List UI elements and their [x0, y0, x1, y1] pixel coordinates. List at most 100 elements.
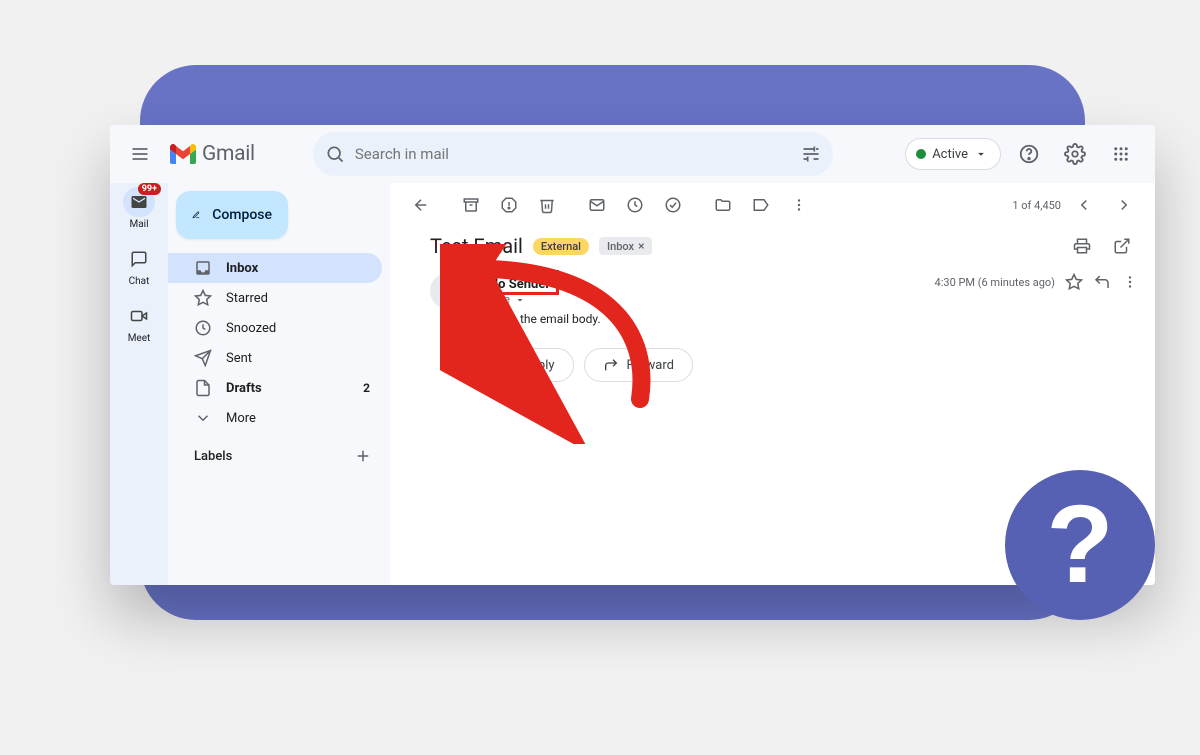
clock-icon — [626, 196, 644, 214]
search-icon — [325, 144, 345, 164]
nav-starred[interactable]: Starred — [168, 283, 382, 313]
sidebar: Compose Inbox Starred Snoozed Sent — [168, 183, 390, 585]
nav-snoozed-label: Snoozed — [226, 321, 276, 336]
snooze-button[interactable] — [618, 188, 652, 222]
archive-button[interactable] — [454, 188, 488, 222]
header-actions: Active — [905, 136, 1139, 172]
clock-icon — [194, 319, 212, 337]
message-timestamp: 4:30 PM (6 minutes ago) — [935, 276, 1055, 289]
apps-grid-icon — [1112, 145, 1130, 163]
gmail-logo-text: Gmail — [202, 142, 255, 166]
search-options-icon[interactable] — [801, 144, 821, 164]
app-rail: 99+ Mail Chat Meet — [110, 183, 168, 585]
message-block: No Sender to me 4:30 PM (6 minutes ago) — [390, 271, 1155, 326]
pagination-text: 1 of 4,450 — [1012, 199, 1061, 212]
reply-actions: Reply Forward — [390, 326, 1155, 382]
nav-sent[interactable]: Sent — [168, 343, 382, 373]
star-icon — [194, 289, 212, 307]
print-button[interactable] — [1065, 229, 1099, 263]
mark-unread-button[interactable] — [580, 188, 614, 222]
hamburger-icon — [130, 144, 150, 164]
reply-pill[interactable]: Reply — [480, 348, 574, 382]
more-vert-icon — [790, 196, 808, 214]
nav-inbox-label: Inbox — [226, 261, 258, 276]
spam-icon — [500, 196, 518, 214]
add-label-button[interactable] — [354, 447, 372, 465]
reply-button[interactable] — [1093, 273, 1111, 291]
rail-mail[interactable]: 99+ Mail — [123, 187, 155, 230]
star-button[interactable] — [1065, 273, 1083, 291]
meet-icon — [123, 301, 155, 331]
status-button[interactable]: Active — [905, 138, 1001, 170]
help-bubble: ? — [1005, 470, 1155, 620]
nav-starred-label: Starred — [226, 291, 268, 306]
message-toolbar: 1 of 4,450 — [390, 183, 1155, 227]
chevron-right-icon — [1115, 196, 1133, 214]
help-icon — [1018, 143, 1040, 165]
arrow-left-icon — [412, 196, 430, 214]
apps-button[interactable] — [1103, 136, 1139, 172]
next-button[interactable] — [1107, 188, 1141, 222]
gmail-window: Gmail Active — [110, 125, 1155, 585]
labels-button[interactable] — [744, 188, 778, 222]
chevron-down-icon — [974, 147, 988, 161]
support-button[interactable] — [1011, 136, 1047, 172]
back-button[interactable] — [404, 188, 438, 222]
recipient-text: to me — [482, 293, 510, 306]
folder-nav: Inbox Starred Snoozed Sent Drafts — [176, 253, 382, 433]
rail-chat-label: Chat — [129, 276, 150, 287]
drafts-count: 2 — [363, 381, 370, 395]
labels-section: Labels — [176, 447, 382, 465]
inbox-icon — [194, 259, 212, 277]
main-menu-button[interactable] — [120, 134, 160, 174]
labels-heading: Labels — [194, 449, 232, 464]
app-header: Gmail Active — [110, 125, 1155, 183]
gmail-logo-icon — [170, 144, 196, 164]
move-to-button[interactable] — [706, 188, 740, 222]
label-icon — [752, 196, 770, 214]
status-dot-icon — [916, 149, 926, 159]
send-icon — [194, 349, 212, 367]
compose-button[interactable]: Compose — [176, 191, 288, 239]
nav-sent-label: Sent — [226, 351, 252, 366]
delete-button[interactable] — [530, 188, 564, 222]
chevron-left-icon — [1075, 196, 1093, 214]
forward-label: Forward — [627, 358, 674, 373]
inbox-chip-label: Inbox — [607, 240, 634, 253]
search-input[interactable] — [355, 145, 791, 163]
print-icon — [1073, 237, 1091, 255]
nav-drafts[interactable]: Drafts 2 — [168, 373, 382, 403]
nav-inbox[interactable]: Inbox — [168, 253, 382, 283]
more-button[interactable] — [782, 188, 816, 222]
trash-icon — [538, 196, 556, 214]
question-mark-icon: ? — [1046, 490, 1113, 600]
mail-unread-icon — [588, 196, 606, 214]
rail-mail-label: Mail — [129, 219, 148, 230]
add-task-button[interactable] — [656, 188, 690, 222]
nav-more[interactable]: More — [168, 403, 382, 433]
forward-pill[interactable]: Forward — [584, 348, 693, 382]
reply-icon — [499, 357, 515, 373]
nav-more-label: More — [226, 411, 256, 426]
remove-label-icon[interactable]: × — [638, 239, 644, 253]
sender-avatar[interactable] — [430, 273, 466, 309]
nav-snoozed[interactable]: Snoozed — [168, 313, 382, 343]
report-spam-button[interactable] — [492, 188, 526, 222]
settings-button[interactable] — [1057, 136, 1093, 172]
folder-move-icon — [714, 196, 732, 214]
prev-button[interactable] — [1067, 188, 1101, 222]
mail-badge: 99+ — [138, 183, 161, 195]
mail-icon: 99+ — [123, 187, 155, 217]
rail-chat[interactable]: Chat — [123, 244, 155, 287]
gmail-logo[interactable]: Gmail — [170, 142, 255, 166]
chat-icon — [123, 244, 155, 274]
chevron-down-icon — [194, 409, 212, 427]
rail-meet[interactable]: Meet — [123, 301, 155, 344]
search-bar[interactable] — [313, 132, 833, 176]
message-more-button[interactable] — [1121, 273, 1139, 291]
gear-icon — [1064, 143, 1086, 165]
open-new-window-button[interactable] — [1105, 229, 1139, 263]
inbox-chip[interactable]: Inbox × — [599, 237, 652, 255]
task-icon — [664, 196, 682, 214]
sender-name: No Sender — [489, 277, 550, 292]
